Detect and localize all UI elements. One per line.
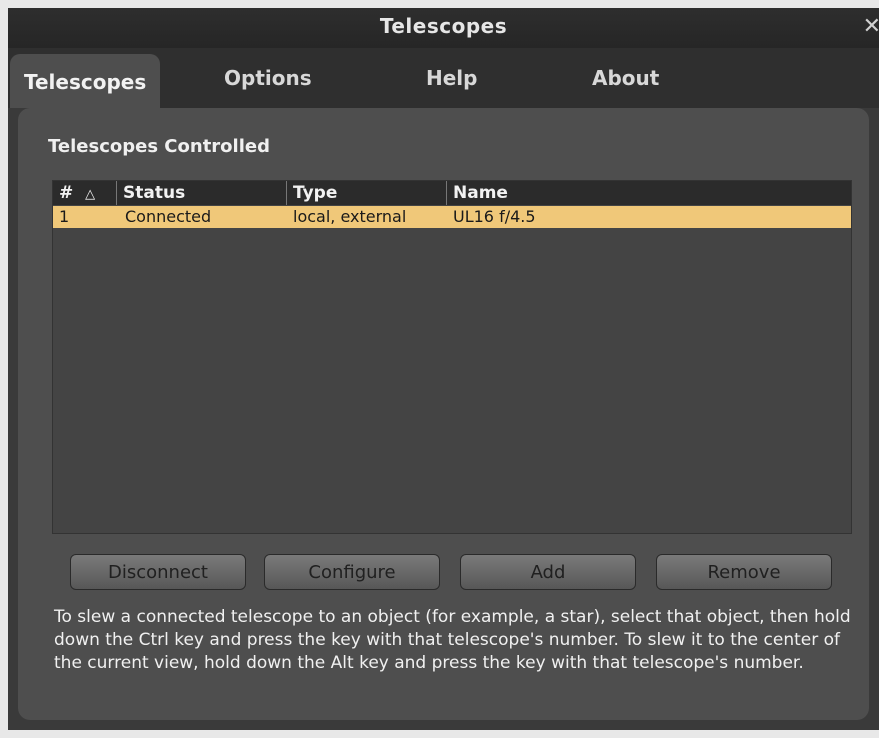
- column-header-type[interactable]: Type: [287, 181, 447, 205]
- table-header: # △ Status Type Name: [53, 181, 851, 205]
- telescopes-table: # △ Status Type Name 1 Connected local, …: [52, 180, 852, 534]
- title-bar: Telescopes ✕: [8, 8, 879, 48]
- configure-button[interactable]: Configure: [264, 554, 440, 590]
- tab-bar: Telescopes Options Help About: [8, 48, 879, 108]
- sort-ascending-icon: △: [85, 187, 96, 202]
- row-number: 1: [59, 207, 70, 226]
- tab-about[interactable]: About: [578, 62, 673, 94]
- tab-help[interactable]: Help: [412, 62, 491, 94]
- table-row[interactable]: 1 Connected local, external UL16 f/4.5: [53, 206, 851, 228]
- disconnect-button[interactable]: Disconnect: [70, 554, 246, 590]
- column-header-number[interactable]: # △: [53, 181, 117, 205]
- row-status: Connected: [125, 207, 212, 226]
- help-text: To slew a connected telescope to an obje…: [54, 607, 851, 673]
- column-header-name[interactable]: Name: [447, 181, 851, 205]
- column-label-number: #: [59, 183, 74, 203]
- add-button[interactable]: Add: [460, 554, 636, 590]
- tab-telescopes[interactable]: Telescopes: [10, 54, 161, 108]
- close-icon[interactable]: ✕: [863, 14, 879, 39]
- telescopes-window: Telescopes ✕ Telescopes Options Help Abo…: [8, 8, 879, 730]
- row-name: UL16 f/4.5: [453, 207, 536, 226]
- window-title: Telescopes: [379, 14, 508, 38]
- remove-button[interactable]: Remove: [656, 554, 832, 590]
- column-header-status[interactable]: Status: [117, 181, 287, 205]
- section-title: Telescopes Controlled: [48, 136, 270, 157]
- tab-options[interactable]: Options: [210, 62, 326, 94]
- row-type: local, external: [293, 207, 407, 226]
